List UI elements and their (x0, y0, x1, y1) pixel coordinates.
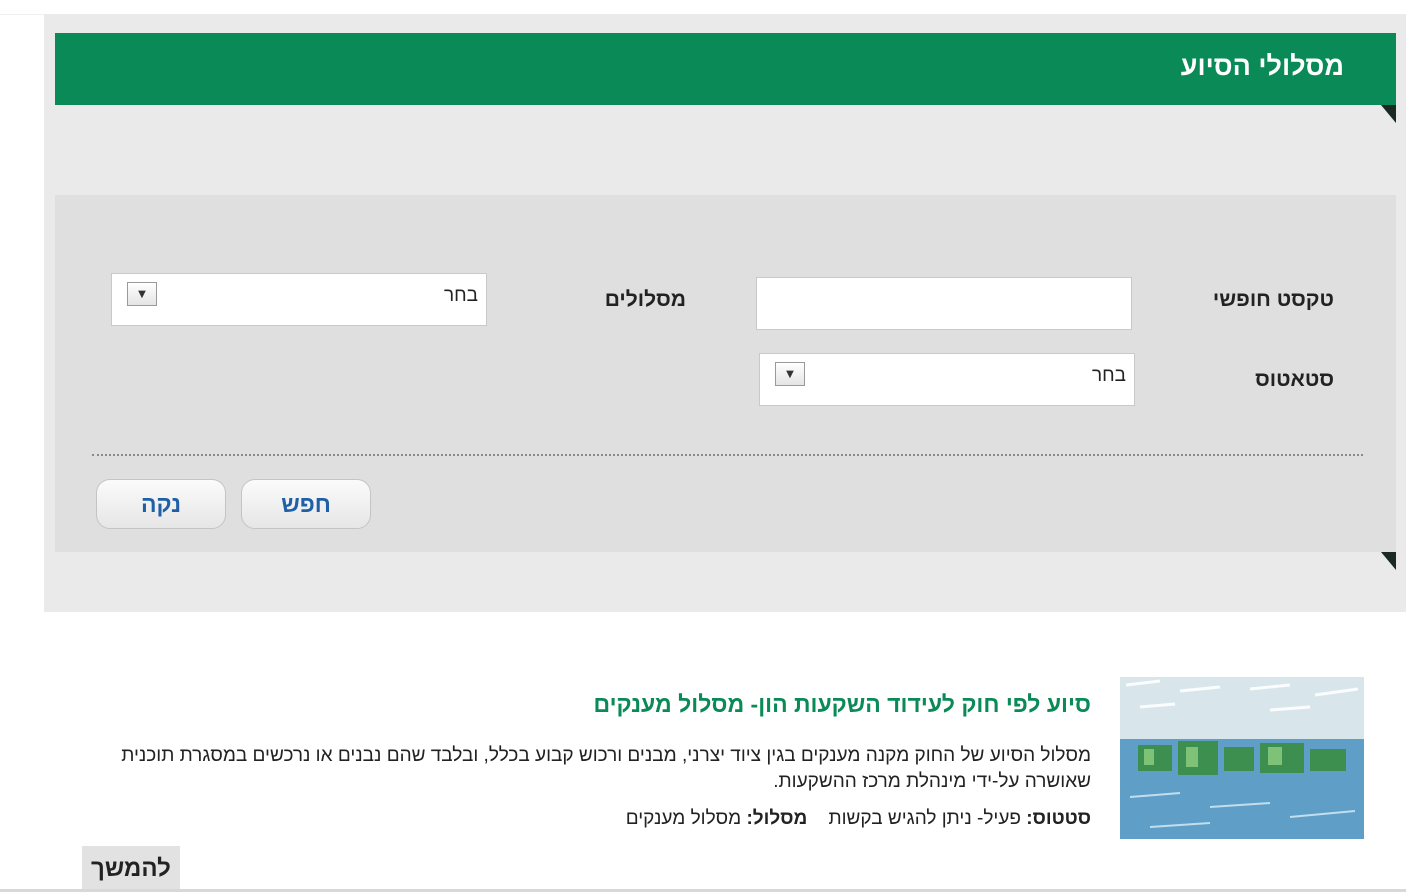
header-fold-corner (1381, 105, 1396, 123)
status-meta-label: סטטוס: (1026, 808, 1091, 829)
result-meta: סטטוס: פעיל- ניתן להגיש בקשות מסלול: מסל… (626, 808, 1091, 830)
free-text-input[interactable] (756, 277, 1132, 330)
form-divider (92, 454, 1363, 456)
result-title-link[interactable]: סיוע לפי חוק לעידוד השקעות הון- מסלול מע… (594, 691, 1091, 718)
top-strip (0, 0, 1406, 15)
factory-illustration (1120, 677, 1364, 839)
page-title: מסלולי הסיוע (1180, 51, 1344, 81)
search-button[interactable]: חפש (241, 479, 371, 529)
free-text-label: טקסט חופשי (1212, 288, 1334, 311)
chevron-down-icon[interactable]: ▼ (127, 282, 157, 306)
search-form: טקסט חופשי מסלולים בחר ▼ סטאטוס בחר ▼ חפ… (55, 195, 1396, 552)
track-meta-label: מסלול: (746, 808, 808, 829)
result-item: סיוע לפי חוק לעידוד השקעות הון- מסלול מע… (45, 643, 1381, 892)
tracks-label: מסלולים (604, 288, 686, 311)
panel-fold-corner (1381, 552, 1396, 570)
tracks-select-value: בחר (443, 285, 478, 306)
track-meta-value: מסלול מענקים (625, 808, 742, 829)
section-header: מסלולי הסיוע (55, 33, 1396, 105)
status-meta-value: פעיל- ניתן להגיש בקשות (828, 808, 1021, 829)
read-more-button[interactable]: להמשך (82, 846, 180, 892)
factory-photo[interactable] (1120, 677, 1364, 839)
chevron-down-icon[interactable]: ▼ (775, 362, 805, 386)
clear-button[interactable]: נקה (96, 479, 226, 529)
status-select[interactable]: בחר ▼ (759, 353, 1135, 406)
status-select-value: בחר (1091, 365, 1126, 386)
tracks-select[interactable]: בחר ▼ (111, 273, 487, 326)
result-description: מסלול הסיוע של החוק מקנה מענקים בגין ציו… (121, 745, 1091, 792)
status-label: סטאטוס (1255, 368, 1334, 391)
